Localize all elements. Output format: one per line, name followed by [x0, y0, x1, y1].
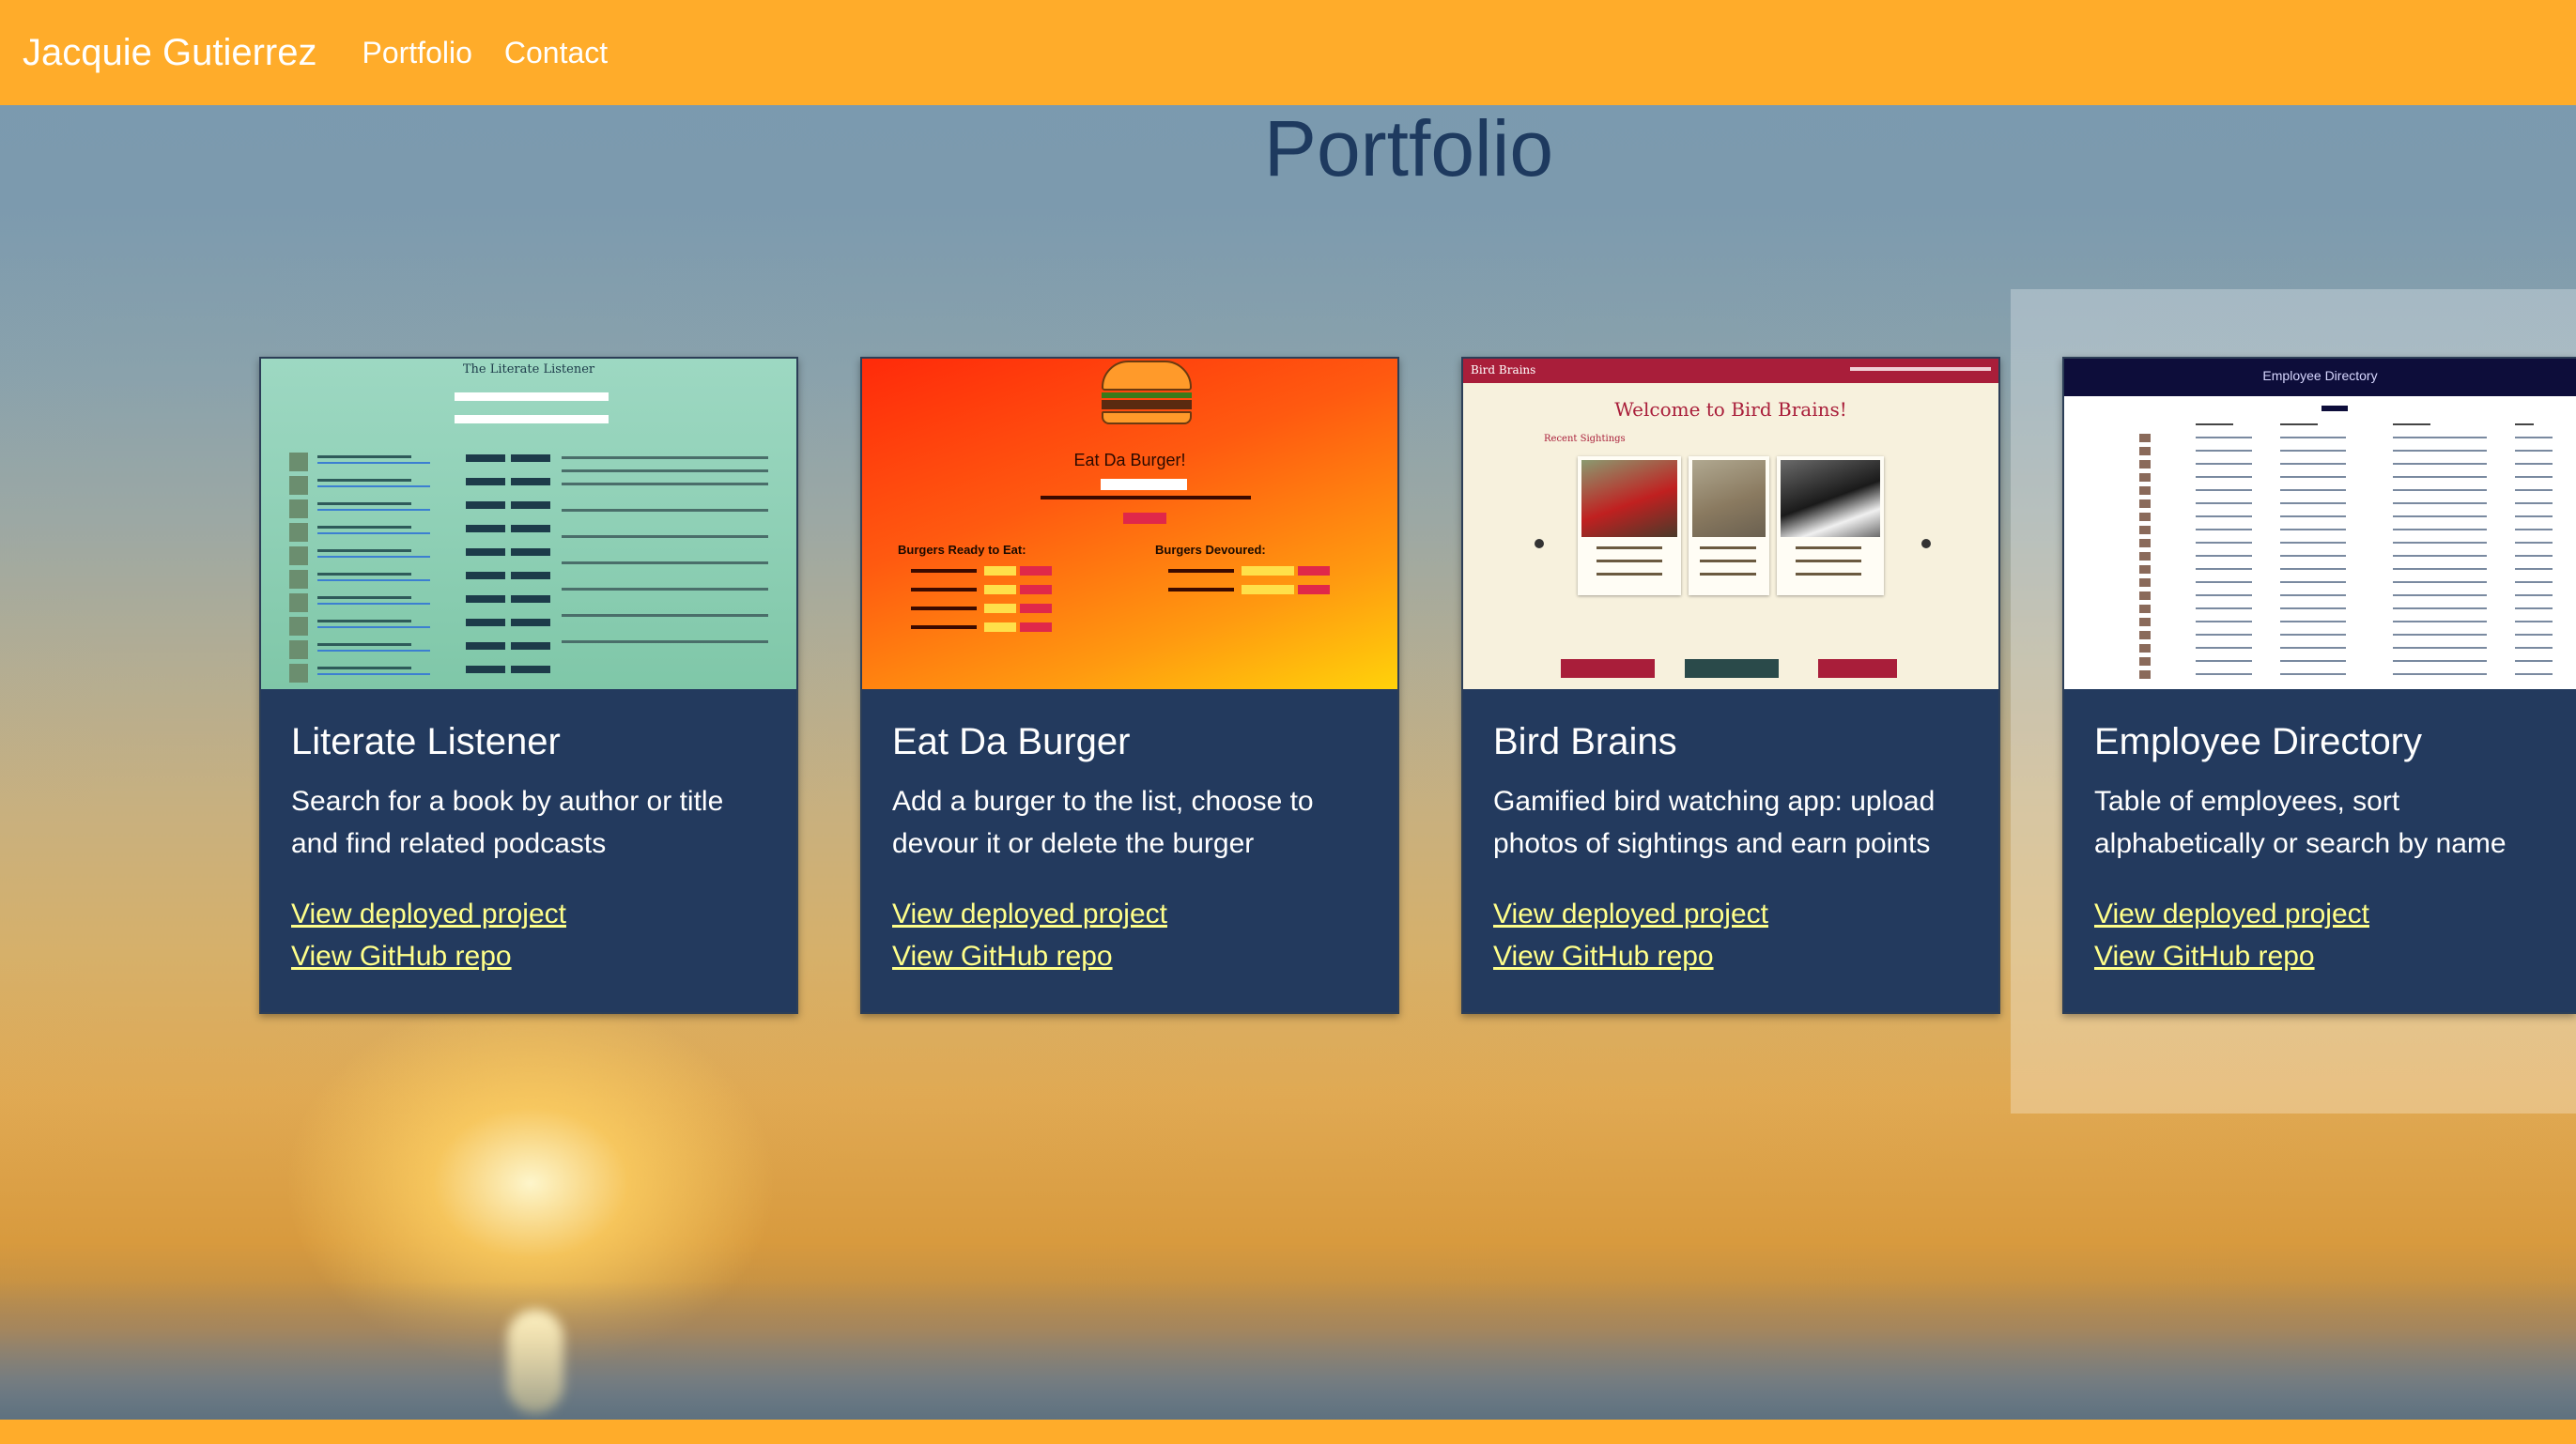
brand-link[interactable]: Jacquie Gutierrez	[23, 32, 316, 74]
thumbnail-heading: Welcome to Bird Brains!	[1614, 398, 1847, 421]
card-title: Eat Da Burger	[892, 721, 1131, 762]
view-github-repo-link[interactable]: View GitHub repo	[291, 935, 766, 977]
bird-card	[1578, 456, 1681, 595]
thumbnail-subheading: Recent Sightings	[1544, 434, 1626, 444]
thumbnail-heading: The Literate Listener	[462, 362, 595, 376]
card-description: Gamified bird watching app: upload photo…	[1493, 786, 1936, 859]
thumbnail-heading: Eat Da Burger!	[1073, 451, 1186, 469]
project-thumbnail[interactable]: Bird Brains Welcome to Bird Brains! Rece…	[1463, 359, 1998, 689]
view-deployed-project-link[interactable]: View deployed project	[892, 893, 1367, 935]
view-deployed-project-link[interactable]: View deployed project	[291, 893, 766, 935]
bird-card	[1777, 456, 1884, 595]
card-body: Eat Da Burger Add a burger to the list, …	[862, 689, 1397, 977]
project-card-employee-directory: Employee Directory Employee Directory Ta…	[2062, 357, 2576, 1014]
background-sea	[0, 1282, 2576, 1422]
project-thumbnail[interactable]: The Literate Listener	[261, 359, 796, 689]
project-thumbnail[interactable]: Employee Directory	[2064, 359, 2576, 689]
nav-link-contact[interactable]: Contact	[504, 36, 608, 70]
footer-bar	[0, 1420, 2576, 1444]
card-description: Table of employees, sort alphabetically …	[2094, 786, 2507, 859]
view-github-repo-link[interactable]: View GitHub repo	[892, 935, 1367, 977]
burger-icon	[1102, 361, 1192, 424]
chevron-left-icon[interactable]	[1535, 539, 1544, 548]
view-github-repo-link[interactable]: View GitHub repo	[1493, 935, 1968, 977]
thumbnail-logo: Bird Brains	[1471, 363, 1536, 376]
card-description: Add a burger to the list, choose to devo…	[892, 786, 1314, 859]
card-body: Literate Listener Search for a book by a…	[261, 689, 796, 977]
sun-reflection	[507, 1310, 563, 1413]
navbar: Jacquie Gutierrez Portfolio Contact	[0, 0, 2576, 105]
card-body: Bird Brains Gamified bird watching app: …	[1463, 689, 1998, 977]
thumbnail-heading: Employee Directory	[2262, 368, 2378, 383]
view-deployed-project-link[interactable]: View deployed project	[2094, 893, 2546, 935]
ready-heading: Burgers Ready to Eat:	[898, 543, 1026, 557]
card-title: Literate Listener	[291, 721, 561, 762]
page-title: Portfolio	[1263, 104, 1554, 192]
project-card-bird-brains: Bird Brains Welcome to Bird Brains! Rece…	[1461, 357, 2000, 1014]
view-github-repo-link[interactable]: View GitHub repo	[2094, 935, 2546, 977]
devoured-heading: Burgers Devoured:	[1155, 543, 1266, 557]
card-body: Employee Directory Table of employees, s…	[2064, 689, 2576, 977]
card-description: Search for a book by author or title and…	[291, 786, 724, 859]
nav-link-portfolio[interactable]: Portfolio	[362, 36, 471, 70]
bird-card	[1689, 456, 1769, 595]
project-thumbnail[interactable]: Eat Da Burger! Burgers Ready to Eat: Bur…	[862, 359, 1397, 689]
project-card-eat-da-burger: Eat Da Burger! Burgers Ready to Eat: Bur…	[860, 357, 1399, 1014]
chevron-right-icon[interactable]	[1921, 539, 1931, 548]
card-title: Employee Directory	[2094, 721, 2423, 762]
card-title: Bird Brains	[1493, 721, 1677, 762]
view-deployed-project-link[interactable]: View deployed project	[1493, 893, 1968, 935]
project-card-literate-listener: The Literate Listener Literate Listener …	[259, 357, 798, 1014]
